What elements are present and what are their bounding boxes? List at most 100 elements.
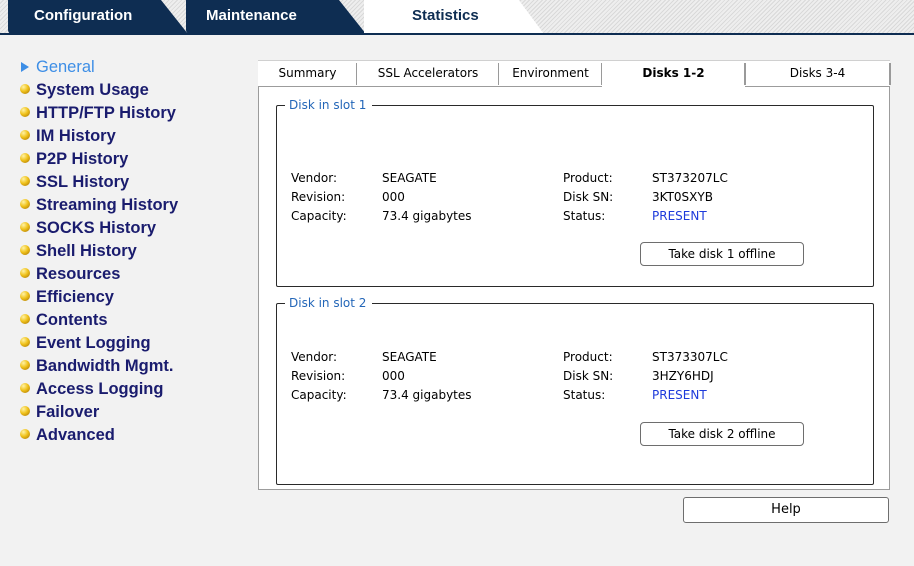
yellow-ball-icon: [20, 268, 30, 278]
nav-item-socks-history[interactable]: SOCKS History: [20, 217, 250, 240]
tab-maintenance[interactable]: Maintenance: [186, 0, 366, 34]
disks-panel: Disk in slot 1 Vendor: SEAGATE Revision:…: [258, 86, 890, 490]
nav-item-label: Shell History: [36, 242, 137, 260]
top-tab-bar: Configuration Maintenance Statistics: [0, 0, 914, 35]
help-button[interactable]: Help: [683, 497, 889, 523]
tab-label: Environment: [512, 66, 589, 80]
vendor-value: SEAGATE: [382, 171, 437, 185]
group-title: Disk in slot 2: [285, 295, 373, 311]
yellow-ball-icon: [20, 222, 30, 232]
nav-item-general[interactable]: General: [20, 56, 250, 79]
status-value: PRESENT: [652, 209, 707, 223]
yellow-ball-icon: [20, 130, 30, 140]
nav-item-label: SOCKS History: [36, 219, 157, 237]
tab-label: Maintenance: [206, 7, 297, 24]
tab-label: Disks 1-2: [642, 66, 705, 80]
vendor-value: SEAGATE: [382, 350, 437, 364]
capacity-label: Capacity:: [291, 209, 347, 223]
nav-item-label: IM History: [36, 127, 116, 145]
nav-item-efficiency[interactable]: Efficiency: [20, 286, 250, 309]
nav-item-streaming-history[interactable]: Streaming History: [20, 194, 250, 217]
nav-item-label: System Usage: [36, 81, 149, 99]
revision-value: 000: [382, 190, 405, 204]
yellow-ball-icon: [20, 84, 30, 94]
sidebar-nav: General System Usage HTTP/FTP History IM…: [20, 56, 250, 447]
tab-divider: [0, 33, 914, 35]
status-label: Status:: [563, 388, 606, 402]
nav-item-resources[interactable]: Resources: [20, 263, 250, 286]
capacity-value: 73.4 gigabytes: [382, 388, 472, 402]
nav-item-label: Resources: [36, 265, 121, 283]
right-arrow-icon: [21, 62, 29, 72]
nav-item-shell-history[interactable]: Shell History: [20, 240, 250, 263]
yellow-ball-icon: [20, 291, 30, 301]
nav-item-label: General: [36, 58, 95, 76]
vendor-label: Vendor:: [291, 350, 337, 364]
tab-separator: [889, 63, 891, 85]
nav-item-ssl-history[interactable]: SSL History: [20, 171, 250, 194]
yellow-ball-icon: [20, 314, 30, 324]
nav-item-im-history[interactable]: IM History: [20, 125, 250, 148]
vendor-label: Vendor:: [291, 171, 337, 185]
disk-slot-2-group: Disk in slot 2 Vendor: SEAGATE Revision:…: [276, 295, 874, 485]
tab-disks-1-2[interactable]: Disks 1-2: [602, 60, 746, 88]
tab-statistics[interactable]: Statistics: [364, 0, 544, 34]
nav-item-p2p-history[interactable]: P2P History: [20, 148, 250, 171]
disk-sn-value: 3KT0SXYB: [652, 190, 713, 204]
nav-item-system-usage[interactable]: System Usage: [20, 79, 250, 102]
tab-ssl-accelerators[interactable]: SSL Accelerators: [357, 60, 500, 86]
revision-label: Revision:: [291, 190, 346, 204]
group-title: Disk in slot 1: [285, 97, 373, 113]
nav-item-label: Contents: [36, 311, 108, 329]
revision-value: 000: [382, 369, 405, 383]
tab-label: Disks 3-4: [789, 66, 846, 80]
nav-item-label: Access Logging: [36, 380, 164, 398]
revision-label: Revision:: [291, 369, 346, 383]
yellow-ball-icon: [20, 199, 30, 209]
nav-item-label: Advanced: [36, 426, 115, 444]
nav-item-label: Streaming History: [36, 196, 179, 214]
yellow-ball-icon: [20, 360, 30, 370]
nav-item-failover[interactable]: Failover: [20, 401, 250, 424]
yellow-ball-icon: [20, 383, 30, 393]
yellow-ball-icon: [20, 107, 30, 117]
disk-sn-value: 3HZY6HDJ: [652, 369, 714, 383]
nav-item-contents[interactable]: Contents: [20, 309, 250, 332]
nav-item-label: Efficiency: [36, 288, 114, 306]
tab-label: Configuration: [34, 7, 133, 24]
product-value: ST373307LC: [652, 350, 728, 364]
status-label: Status:: [563, 209, 606, 223]
nav-item-label: Bandwidth Mgmt.: [36, 357, 174, 375]
tab-label: SSL Accelerators: [377, 66, 479, 80]
nav-item-label: SSL History: [36, 173, 130, 191]
tab-configuration[interactable]: Configuration: [8, 0, 188, 34]
yellow-ball-icon: [20, 406, 30, 416]
tab-environment[interactable]: Environment: [499, 60, 603, 86]
tab-summary[interactable]: Summary: [258, 60, 358, 86]
take-disk-1-offline-button[interactable]: Take disk 1 offline: [640, 242, 804, 266]
yellow-ball-icon: [20, 153, 30, 163]
product-label: Product:: [563, 171, 613, 185]
yellow-ball-icon: [20, 429, 30, 439]
nav-item-http-ftp-history[interactable]: HTTP/FTP History: [20, 102, 250, 125]
take-disk-2-offline-button[interactable]: Take disk 2 offline: [640, 422, 804, 446]
capacity-value: 73.4 gigabytes: [382, 209, 472, 223]
disk-sn-label: Disk SN:: [563, 369, 614, 383]
disk-sn-label: Disk SN:: [563, 190, 614, 204]
nav-item-event-logging[interactable]: Event Logging: [20, 332, 250, 355]
yellow-ball-icon: [20, 176, 30, 186]
tab-label: Statistics: [412, 7, 479, 24]
nav-item-access-logging[interactable]: Access Logging: [20, 378, 250, 401]
tab-separator: [744, 63, 746, 85]
yellow-ball-icon: [20, 245, 30, 255]
capacity-label: Capacity:: [291, 388, 347, 402]
yellow-ball-icon: [20, 337, 30, 347]
nav-item-label: Event Logging: [36, 334, 151, 352]
tab-disks-3-4[interactable]: Disks 3-4: [745, 60, 891, 86]
nav-item-label: HTTP/FTP History: [36, 104, 176, 122]
disk-slot-1-group: Disk in slot 1 Vendor: SEAGATE Revision:…: [276, 97, 874, 287]
product-value: ST373207LC: [652, 171, 728, 185]
nav-item-advanced[interactable]: Advanced: [20, 424, 250, 447]
nav-item-bandwidth-mgmt[interactable]: Bandwidth Mgmt.: [20, 355, 250, 378]
status-value: PRESENT: [652, 388, 707, 402]
